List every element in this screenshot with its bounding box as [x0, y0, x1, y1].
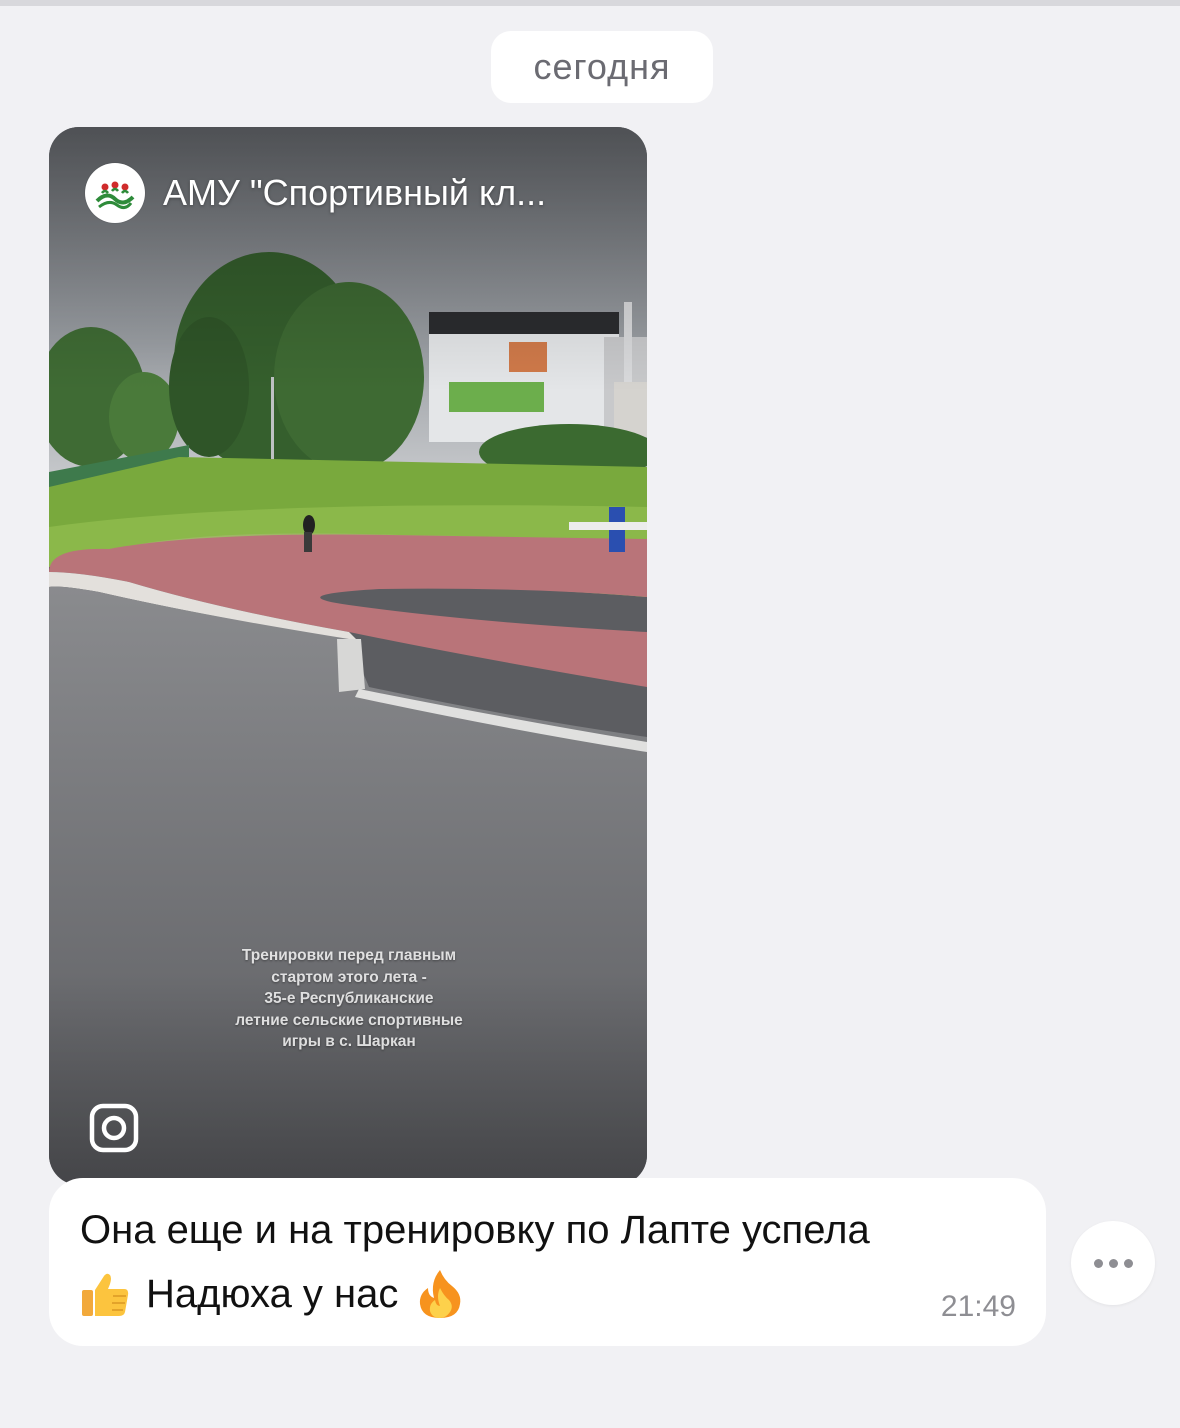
story-author-name: АМУ "Спортивный кл... — [163, 172, 547, 213]
message-bubble[interactable]: Она еще и на тренировку по Лапте успела … — [49, 1178, 1046, 1346]
more-dot — [1108, 1258, 1118, 1268]
shared-story-card[interactable]: АМУ "Спортивный кл... Тренировки перед г… — [49, 127, 647, 1185]
instagram-icon — [89, 1103, 139, 1153]
message-timestamp: 21:49 — [940, 1290, 1016, 1323]
club-logo-icon — [85, 163, 145, 223]
date-separator-label: сегодня — [533, 46, 671, 87]
story-header: АМУ "Спортивный кл... — [85, 163, 546, 223]
more-horizontal-icon — [1093, 1258, 1103, 1268]
thumbs-up-emoji-icon — [80, 1268, 132, 1320]
message-text-continued: Надюха у нас — [146, 1271, 399, 1316]
message-text-line-2: Надюха у нас — [80, 1268, 466, 1320]
story-caption: Тренировки перед главным стартом этого л… — [235, 947, 463, 1050]
message-text: Она еще и на тренировку по Лапте успела — [80, 1208, 870, 1252]
more-dot — [1123, 1258, 1133, 1268]
more-options-button[interactable] — [1071, 1221, 1155, 1305]
top-divider — [0, 0, 1180, 6]
message-text-line-1: Она еще и на тренировку по Лапте успела — [80, 1208, 870, 1253]
fire-emoji-icon — [414, 1268, 466, 1320]
date-separator: сегодня — [491, 31, 713, 103]
